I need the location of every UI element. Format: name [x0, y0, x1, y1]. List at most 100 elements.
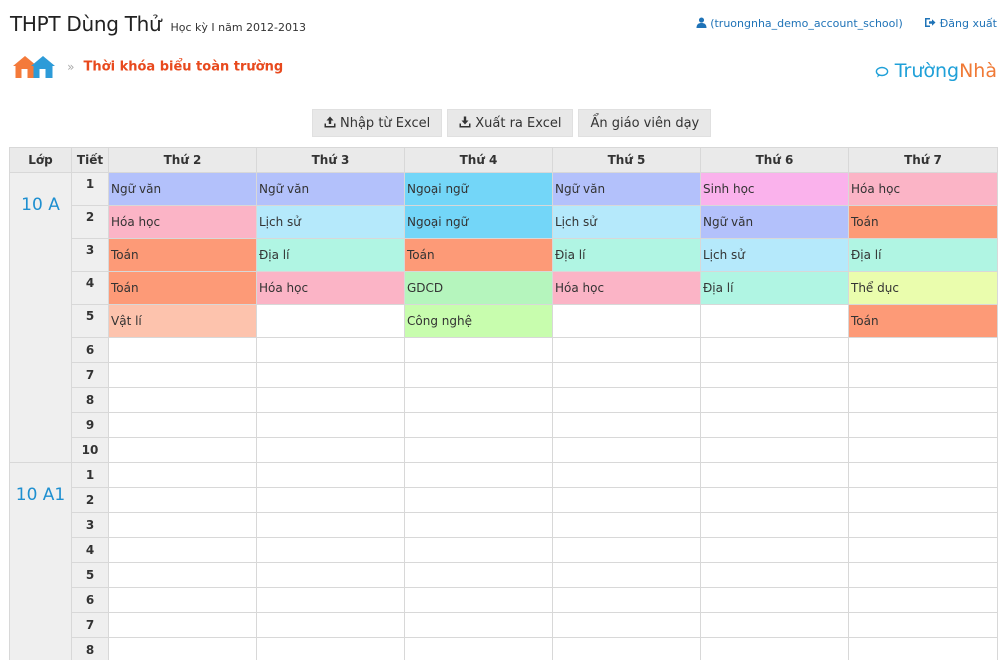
- subject-cell[interactable]: [848, 612, 998, 638]
- subject-cell[interactable]: [700, 587, 849, 613]
- subject-cell[interactable]: [256, 487, 405, 513]
- subject-cell[interactable]: [256, 512, 405, 538]
- subject-cell[interactable]: [552, 362, 701, 388]
- subject-cell[interactable]: [256, 387, 405, 413]
- subject-cell[interactable]: [108, 512, 257, 538]
- subject-cell[interactable]: [552, 412, 701, 438]
- subject-cell[interactable]: Ngữ văn: [108, 172, 257, 206]
- subject-cell[interactable]: Toán: [848, 304, 998, 338]
- subject-cell[interactable]: Ngữ văn: [552, 172, 701, 206]
- subject-cell[interactable]: Hóa học: [552, 271, 701, 305]
- subject-cell[interactable]: [108, 412, 257, 438]
- subject-cell[interactable]: [404, 462, 553, 488]
- subject-cell[interactable]: Ngoại ngữ: [404, 172, 553, 206]
- subject-cell[interactable]: [404, 387, 553, 413]
- subject-cell[interactable]: [256, 537, 405, 563]
- subject-cell[interactable]: [700, 387, 849, 413]
- class-name-cell[interactable]: 10 A1: [9, 462, 72, 660]
- subject-cell[interactable]: [108, 487, 257, 513]
- subject-cell[interactable]: [552, 637, 701, 660]
- subject-cell[interactable]: [404, 587, 553, 613]
- subject-cell[interactable]: [552, 587, 701, 613]
- subject-cell[interactable]: [848, 437, 998, 463]
- subject-cell[interactable]: [404, 487, 553, 513]
- subject-cell[interactable]: [552, 304, 701, 338]
- subject-cell[interactable]: [700, 612, 849, 638]
- subject-cell[interactable]: [552, 462, 701, 488]
- subject-cell[interactable]: [256, 437, 405, 463]
- subject-cell[interactable]: [848, 412, 998, 438]
- subject-cell[interactable]: Ngoại ngữ: [404, 205, 553, 239]
- subject-cell[interactable]: Địa lí: [256, 238, 405, 272]
- subject-cell[interactable]: [552, 537, 701, 563]
- subject-cell[interactable]: Địa lí: [700, 271, 849, 305]
- subject-cell[interactable]: Địa lí: [848, 238, 998, 272]
- subject-cell[interactable]: [256, 337, 405, 363]
- subject-cell[interactable]: [700, 304, 849, 338]
- subject-cell[interactable]: [700, 537, 849, 563]
- subject-cell[interactable]: [256, 462, 405, 488]
- subject-cell[interactable]: [552, 487, 701, 513]
- subject-cell[interactable]: [108, 587, 257, 613]
- subject-cell[interactable]: [256, 562, 405, 588]
- subject-cell[interactable]: [848, 487, 998, 513]
- subject-cell[interactable]: GDCD: [404, 271, 553, 305]
- subject-cell[interactable]: [108, 537, 257, 563]
- subject-cell[interactable]: [108, 362, 257, 388]
- subject-cell[interactable]: [108, 637, 257, 660]
- subject-cell[interactable]: Lịch sử: [700, 238, 849, 272]
- subject-cell[interactable]: [108, 387, 257, 413]
- subject-cell[interactable]: [108, 612, 257, 638]
- subject-cell[interactable]: [700, 437, 849, 463]
- subject-cell[interactable]: Toán: [108, 238, 257, 272]
- subject-cell[interactable]: Hóa học: [108, 205, 257, 239]
- subject-cell[interactable]: [256, 587, 405, 613]
- logout-link[interactable]: Đăng xuất: [924, 17, 997, 30]
- subject-cell[interactable]: [700, 412, 849, 438]
- import-excel-button[interactable]: Nhập từ Excel: [312, 109, 443, 137]
- subject-cell[interactable]: [552, 562, 701, 588]
- subject-cell[interactable]: [700, 562, 849, 588]
- class-name-cell[interactable]: 10 A: [9, 172, 72, 463]
- subject-cell[interactable]: [848, 512, 998, 538]
- subject-cell[interactable]: [404, 637, 553, 660]
- subject-cell[interactable]: [848, 387, 998, 413]
- subject-cell[interactable]: [700, 637, 849, 660]
- subject-cell[interactable]: [256, 412, 405, 438]
- subject-cell[interactable]: [108, 337, 257, 363]
- subject-cell[interactable]: Sinh học: [700, 172, 849, 206]
- subject-cell[interactable]: Thể dục: [848, 271, 998, 305]
- subject-cell[interactable]: [552, 387, 701, 413]
- subject-cell[interactable]: [404, 612, 553, 638]
- subject-cell[interactable]: [848, 337, 998, 363]
- subject-cell[interactable]: [552, 337, 701, 363]
- subject-cell[interactable]: [848, 587, 998, 613]
- subject-cell[interactable]: Ngữ văn: [700, 205, 849, 239]
- subject-cell[interactable]: Toán: [108, 271, 257, 305]
- subject-cell[interactable]: [108, 437, 257, 463]
- subject-cell[interactable]: Vật lí: [108, 304, 257, 338]
- user-account-link[interactable]: (truongnha_demo_account_school): [696, 17, 907, 30]
- hide-teacher-button[interactable]: Ẩn giáo viên dạy: [578, 109, 712, 137]
- subject-cell[interactable]: Toán: [848, 205, 998, 239]
- subject-cell[interactable]: [404, 412, 553, 438]
- subject-cell[interactable]: [552, 612, 701, 638]
- subject-cell[interactable]: [256, 304, 405, 338]
- subject-cell[interactable]: [700, 337, 849, 363]
- export-excel-button[interactable]: Xuất ra Excel: [447, 109, 574, 137]
- subject-cell[interactable]: [848, 362, 998, 388]
- subject-cell[interactable]: [404, 562, 553, 588]
- subject-cell[interactable]: [404, 362, 553, 388]
- subject-cell[interactable]: [404, 337, 553, 363]
- subject-cell[interactable]: [108, 462, 257, 488]
- subject-cell[interactable]: [848, 537, 998, 563]
- subject-cell[interactable]: [256, 612, 405, 638]
- subject-cell[interactable]: [552, 437, 701, 463]
- subject-cell[interactable]: [256, 362, 405, 388]
- subject-cell[interactable]: Hóa học: [256, 271, 405, 305]
- subject-cell[interactable]: [848, 637, 998, 660]
- home-icon[interactable]: [12, 54, 56, 80]
- subject-cell[interactable]: Ngữ văn: [256, 172, 405, 206]
- subject-cell[interactable]: Lịch sử: [552, 205, 701, 239]
- subject-cell[interactable]: Địa lí: [552, 238, 701, 272]
